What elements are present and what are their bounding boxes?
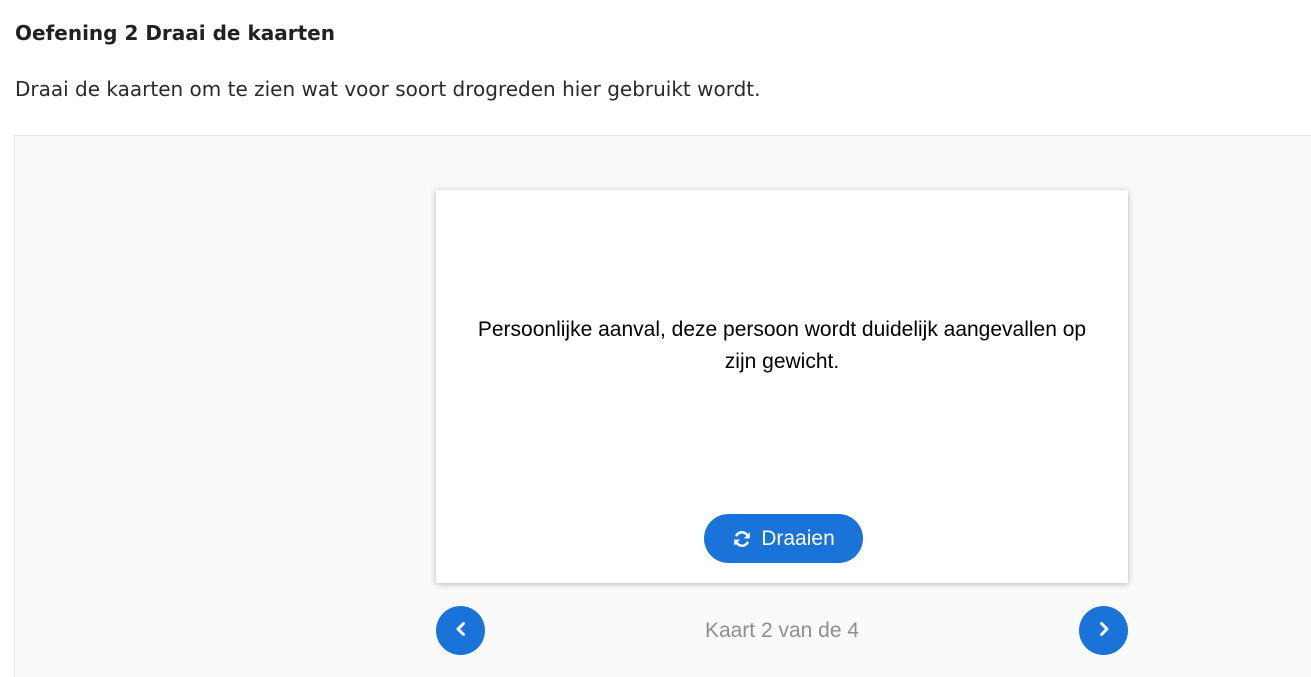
previous-card-button[interactable] — [436, 606, 485, 655]
flip-button-label: Draaien — [761, 526, 835, 550]
page: Oefening 2 Draai de kaarten Draai de kaa… — [0, 0, 1311, 677]
flip-button[interactable]: Draaien — [704, 514, 863, 563]
rotate-icon — [732, 529, 752, 549]
chevron-right-icon — [1096, 621, 1112, 640]
exercise-instruction: Draai de kaarten om te zien wat voor soo… — [15, 77, 761, 101]
flashcard: Persoonlijke aanval, deze persoon wordt … — [436, 190, 1128, 583]
chevron-left-icon — [453, 621, 469, 640]
exercise-title: Oefening 2 Draai de kaarten — [15, 21, 335, 45]
next-card-button[interactable] — [1079, 606, 1128, 655]
card-counter: Kaart 2 van de 4 — [704, 619, 860, 642]
card-text: Persoonlijke aanval, deze persoon wordt … — [477, 318, 1087, 373]
